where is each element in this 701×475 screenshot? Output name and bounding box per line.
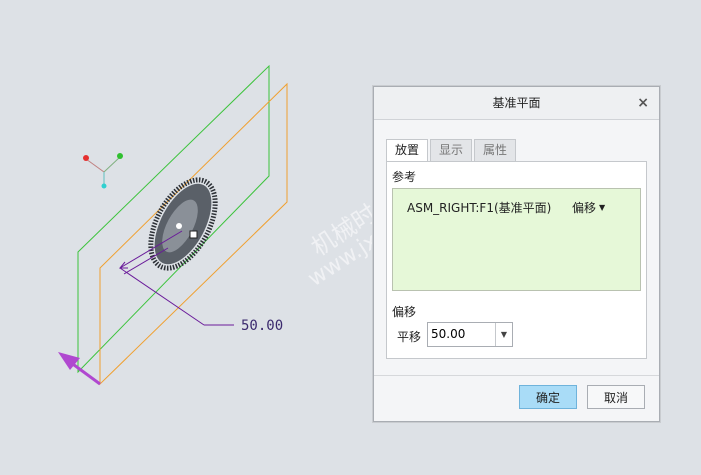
placement-panel: 参考 ASM_RIGHT:F1(基准平面) 偏移▼ 偏移 平移 ▼ bbox=[386, 161, 647, 359]
dialog-title: 基准平面 bbox=[492, 96, 541, 110]
gear-part[interactable] bbox=[138, 169, 229, 278]
references-label: 参考 bbox=[392, 170, 417, 184]
drag-handle[interactable] bbox=[189, 230, 198, 239]
reference-item[interactable]: ASM_RIGHT:F1(基准平面) bbox=[407, 199, 551, 216]
offset-value-input[interactable] bbox=[428, 323, 495, 344]
chevron-down-icon: ▼ bbox=[599, 203, 606, 212]
tab-placement[interactable]: 放置 bbox=[386, 139, 429, 162]
cancel-button[interactable]: 取消 bbox=[587, 385, 645, 409]
dialog-titlebar[interactable]: 基准平面 × bbox=[374, 87, 659, 120]
references-collector[interactable]: ASM_RIGHT:F1(基准平面) 偏移 ▼ bbox=[392, 188, 641, 291]
tab-display[interactable]: 显示 bbox=[430, 139, 473, 161]
coordinate-triad-icon bbox=[83, 153, 123, 189]
direction-arrow-icon[interactable] bbox=[58, 352, 101, 386]
constraint-type-label: 偏移 bbox=[572, 201, 597, 215]
dimension-value[interactable]: 50.00 bbox=[241, 318, 283, 334]
ok-button[interactable]: 确定 bbox=[519, 385, 577, 409]
chevron-down-icon[interactable]: ▼ bbox=[495, 323, 512, 346]
offset-value-combo[interactable]: ▼ bbox=[427, 322, 513, 347]
translation-label: 平移 bbox=[397, 330, 422, 344]
footer-divider bbox=[374, 375, 659, 376]
constraint-type-dropdown[interactable]: 偏移 ▼ bbox=[572, 199, 605, 216]
tab-properties[interactable]: 属性 bbox=[474, 139, 517, 161]
tab-bar: 放置 显示 属性 bbox=[386, 139, 518, 162]
datum-plane-dialog: 基准平面 × 放置 显示 属性 参考 ASM_RIGHT:F1(基准平面) 偏移… bbox=[373, 86, 660, 422]
close-icon[interactable]: × bbox=[637, 87, 649, 119]
offset-section-label: 偏移 bbox=[392, 305, 417, 319]
